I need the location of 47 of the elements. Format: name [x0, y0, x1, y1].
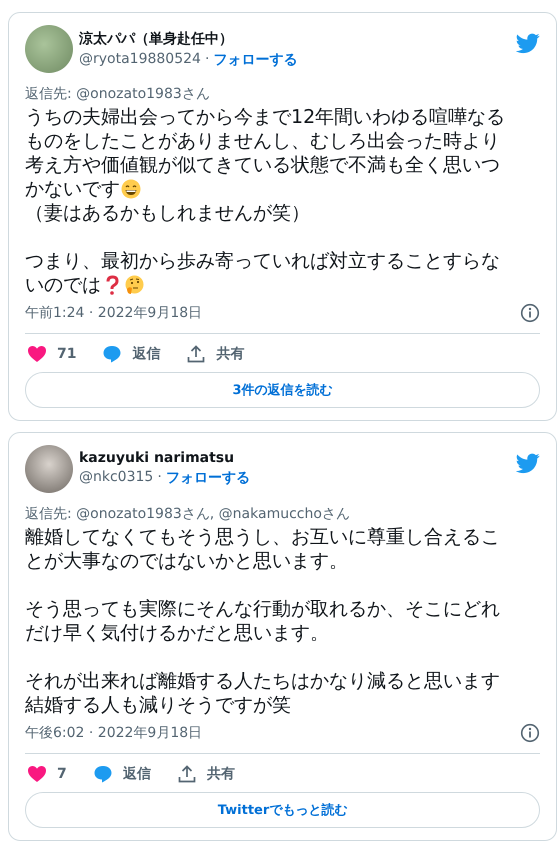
user-handle[interactable]: @nkc0315: [79, 469, 154, 487]
reply-to-text: 返信先: @onozato1983さん: [25, 85, 211, 103]
avatar-photo[interactable]: [25, 445, 73, 493]
bird-logo-icon[interactable]: [516, 31, 540, 55]
tweet-text: 結婚する人も減りそうですが笑: [25, 693, 291, 717]
like-count[interactable]: 71: [57, 346, 76, 362]
reply-label[interactable]: 返信: [122, 765, 151, 783]
separator-dot: ·: [157, 469, 162, 487]
user-handle[interactable]: @ryota19880524: [79, 51, 201, 69]
tweet-text: とが大事なのではないかと思います。: [25, 549, 348, 573]
tweet-text: うちの夫婦出会ってから今まで12年間いわゆる喧嘩なる: [25, 105, 506, 129]
share-label[interactable]: 共有: [216, 345, 244, 363]
tweet-text: かないです: [25, 177, 120, 201]
share-icon[interactable]: [186, 344, 206, 364]
tweet-text: つまり、最初から歩み寄っていれば対立することすらな: [25, 249, 500, 273]
share-label[interactable]: 共有: [206, 765, 235, 783]
tweet-text: 離婚してなくてもそう思うし、お互いに尊重し合えるこ: [25, 525, 500, 549]
reply-label[interactable]: 返信: [132, 345, 160, 363]
tweet-text: それが出来れば離婚する人たちはかなり減ると思います: [25, 669, 500, 693]
tweet-text: そう思っても実際にそんな行動が取れるか、そこにどれ: [25, 597, 500, 621]
speech-bubble-icon[interactable]: [102, 344, 122, 364]
speech-bubble-icon[interactable]: [92, 764, 113, 784]
tweet-text: （妻はあるかもしれませんが笑）: [25, 201, 310, 225]
info-icon[interactable]: [520, 723, 540, 743]
like-count[interactable]: 7: [57, 766, 67, 782]
read-more-button[interactable]: Twitterでもっと読む: [25, 792, 540, 828]
tweet-text: ものをしたことがありませんし、むしろ出会った時より: [25, 129, 500, 153]
follow-link[interactable]: フォローする: [213, 51, 298, 69]
tweet-text: いのでは: [25, 273, 101, 297]
thinking-face-icon: [124, 275, 144, 295]
info-icon[interactable]: [520, 303, 540, 323]
tweet-text: 考え方や価値観が似てきている状態で不満も全く思いつ: [25, 153, 500, 177]
separator-dot: ·: [204, 51, 210, 69]
avatar-photo[interactable]: [25, 25, 73, 73]
tweet-text: だけ早く気付けるかだと思います。: [25, 621, 329, 645]
read-more-button[interactable]: 3件の返信を読む: [25, 372, 540, 408]
grinning-face-icon: [121, 179, 141, 199]
timestamp[interactable]: 午後6:02 · 2022年9月18日: [25, 724, 202, 742]
follow-link[interactable]: フォローする: [166, 469, 250, 487]
reply-to-text: 返信先: @onozato1983さん, @nakamucchoさん: [25, 505, 351, 523]
share-icon[interactable]: [176, 764, 197, 784]
bird-logo-icon[interactable]: [516, 451, 540, 475]
display-name[interactable]: 涼太パパ（単身赴任中）: [79, 30, 510, 48]
display-name[interactable]: kazuyuki narimatsu: [79, 450, 510, 466]
timestamp[interactable]: 午前1:24 · 2022年9月18日: [25, 304, 202, 322]
heart-icon[interactable]: [27, 764, 47, 784]
heart-icon[interactable]: [27, 344, 47, 364]
